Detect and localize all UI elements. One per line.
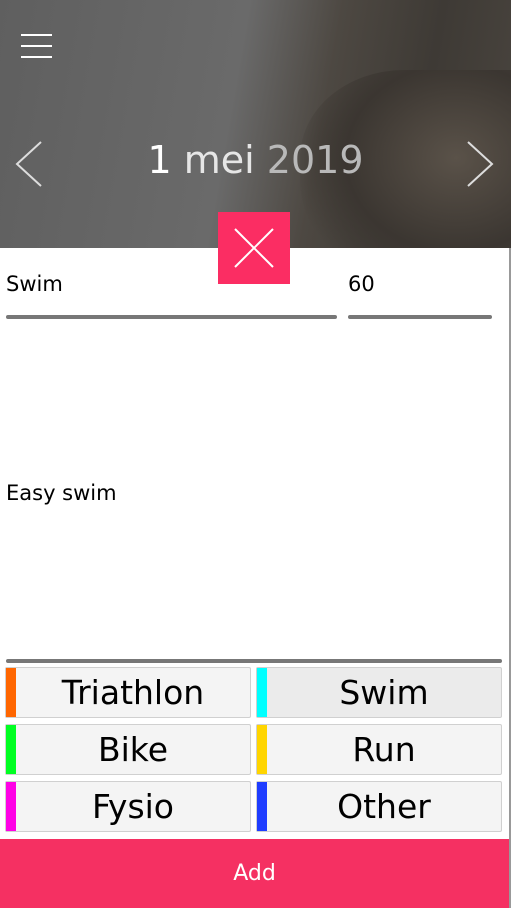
description-input[interactable]: Easy swim (6, 481, 117, 505)
close-icon (234, 228, 274, 268)
category-label: Run (352, 730, 416, 769)
duration-input-underline (348, 315, 492, 319)
category-fysio[interactable]: Fysio (5, 781, 251, 832)
date-title: 1 mei 2019 (0, 138, 511, 182)
category-swim[interactable]: Swim (256, 667, 502, 718)
category-run[interactable]: Run (256, 724, 502, 775)
menu-icon[interactable] (21, 32, 53, 60)
color-bar (257, 782, 267, 831)
date-day: 1 (147, 138, 172, 182)
duration-input[interactable]: 60 (348, 272, 375, 296)
header-background: 1 mei 2019 (0, 0, 511, 248)
close-button[interactable] (218, 212, 290, 284)
category-label: Fysio (91, 787, 175, 826)
color-bar (6, 668, 16, 717)
add-button[interactable]: Add (0, 839, 509, 908)
color-bar (6, 725, 16, 774)
category-label: Bike (97, 730, 169, 769)
category-label: Swim (339, 673, 429, 712)
color-bar (6, 782, 16, 831)
title-input[interactable]: Swim (6, 272, 63, 296)
date-month: mei (183, 138, 255, 182)
color-bar (257, 725, 267, 774)
description-underline (6, 659, 502, 663)
color-bar (257, 668, 267, 717)
category-other[interactable]: Other (256, 781, 502, 832)
title-input-underline (6, 315, 337, 319)
date-year: 2019 (266, 138, 364, 182)
category-label: Triathlon (61, 673, 205, 712)
category-triathlon[interactable]: Triathlon (5, 667, 251, 718)
category-bike[interactable]: Bike (5, 724, 251, 775)
category-label: Other (337, 787, 431, 826)
